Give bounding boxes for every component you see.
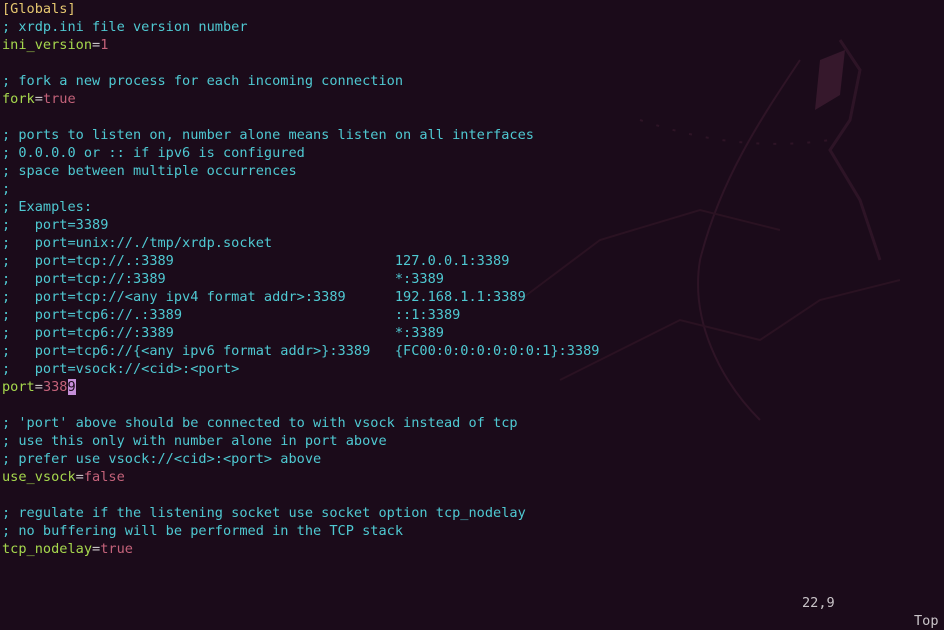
editor-line[interactable]: fork=true (2, 90, 942, 108)
editor-line[interactable]: ini_version=1 (2, 36, 942, 54)
editor-line[interactable]: ; fork a new process for each incoming c… (2, 72, 942, 90)
editor-line[interactable]: ; ports to listen on, number alone means… (2, 126, 942, 144)
equals-sign: = (92, 37, 101, 53)
editor-line[interactable]: ; port=3389 (2, 216, 942, 234)
editor-line[interactable]: ; port=tcp6://.:3389 ::1:3389 (2, 306, 942, 324)
text-editor[interactable]: [Globals]; xrdp.ini file version number i… (2, 0, 942, 558)
editor-line[interactable]: ; space between multiple occurrences (2, 162, 942, 180)
config-key: tcp_nodelay (2, 541, 93, 557)
comment-text: ; use this only with number alone in por… (2, 433, 387, 449)
comment-text: ; port=3389 (2, 217, 109, 233)
equals-sign: = (92, 541, 101, 557)
comment-text: ; port=unix://./tmp/xrdp.socket (2, 235, 273, 251)
comment-text: ; no buffering will be performed in the … (2, 523, 404, 539)
editor-line[interactable] (2, 54, 942, 72)
editor-line[interactable] (2, 108, 942, 126)
editor-line[interactable]: ; port=tcp6://:3389 *:3389 (2, 324, 942, 342)
config-key: port (2, 379, 35, 395)
config-value: true (100, 541, 133, 557)
editor-line[interactable]: ; prefer use vsock://<cid>:<port> above (2, 450, 942, 468)
comment-text: ; prefer use vsock://<cid>:<port> above (2, 451, 322, 467)
config-value: true (42, 91, 76, 107)
comment-text: ; xrdp.ini file version number (2, 19, 248, 35)
editor-line[interactable]: port=3389 (2, 378, 942, 396)
editor-line[interactable]: ; port=tcp://.:3389 127.0.0.1:3389 (2, 252, 942, 270)
status-line: 22,9 Top (0, 576, 944, 629)
text-cursor: 9 (67, 379, 76, 395)
comment-text: ; port=tcp://.:3389 127.0.0.1:3389 (2, 253, 510, 269)
editor-line[interactable]: ; port=unix://./tmp/xrdp.socket (2, 234, 942, 252)
comment-text: ; port=tcp://<any ipv4 format addr>:3389… (2, 289, 526, 305)
editor-line[interactable]: tcp_nodelay=true (2, 540, 942, 558)
config-key: fork (2, 91, 35, 107)
comment-text: ; space between multiple occurrences (2, 163, 297, 179)
comment-text: ; 0.0.0.0 or :: if ipv6 is configured (2, 145, 305, 161)
editor-line[interactable]: ; regulate if the listening socket use s… (2, 504, 942, 522)
editor-line[interactable] (2, 396, 942, 414)
comment-text: ; fork a new process for each incoming c… (2, 73, 404, 89)
editor-line[interactable]: ; port=tcp://:3389 *:3389 (2, 270, 942, 288)
editor-line[interactable]: ; port=vsock://<cid>:<port> (2, 360, 942, 378)
comment-text: ; 'port' above should be connected to wi… (2, 415, 518, 431)
config-value: false (83, 469, 125, 485)
editor-line[interactable]: ; port=tcp6://{<any ipv6 format addr>}:3… (2, 342, 942, 360)
equals-sign: = (75, 469, 84, 485)
config-key: ini_version (2, 37, 93, 53)
editor-line[interactable]: ; 0.0.0.0 or :: if ipv6 is configured (2, 144, 942, 162)
editor-line[interactable]: ; xrdp.ini file version number (2, 18, 942, 36)
equals-sign: = (34, 91, 43, 107)
comment-text: ; Examples: (2, 199, 93, 215)
editor-line[interactable]: ; port=tcp://<any ipv4 format addr>:3389… (2, 288, 942, 306)
comment-text: ; (2, 181, 11, 197)
comment-text: ; port=tcp6://{<any ipv6 format addr>}:3… (2, 343, 600, 359)
comment-text: ; port=tcp://:3389 *:3389 (2, 271, 444, 287)
config-key: use_vsock (2, 469, 76, 485)
editor-line[interactable]: ; no buffering will be performed in the … (2, 522, 942, 540)
editor-line[interactable]: use_vsock=false (2, 468, 942, 486)
editor-line[interactable]: ; Examples: (2, 198, 942, 216)
comment-text: ; port=tcp6://:3389 *:3389 (2, 325, 444, 341)
editor-line[interactable]: ; use this only with number alone in por… (2, 432, 942, 450)
equals-sign: = (34, 379, 43, 395)
editor-line[interactable] (2, 486, 942, 504)
section-header: [Globals] (2, 1, 76, 17)
editor-line[interactable]: ; 'port' above should be connected to wi… (2, 414, 942, 432)
config-value: 338 (42, 379, 68, 395)
editor-line[interactable]: ; (2, 180, 942, 198)
comment-text: ; ports to listen on, number alone means… (2, 127, 534, 143)
config-value: 1 (100, 37, 109, 53)
scroll-indicator: Top (914, 613, 939, 629)
comment-text: ; regulate if the listening socket use s… (2, 505, 526, 521)
comment-text: ; port=tcp6://.:3389 ::1:3389 (2, 307, 461, 323)
editor-line[interactable]: [Globals] (2, 0, 942, 18)
comment-text: ; port=vsock://<cid>:<port> (2, 361, 240, 377)
